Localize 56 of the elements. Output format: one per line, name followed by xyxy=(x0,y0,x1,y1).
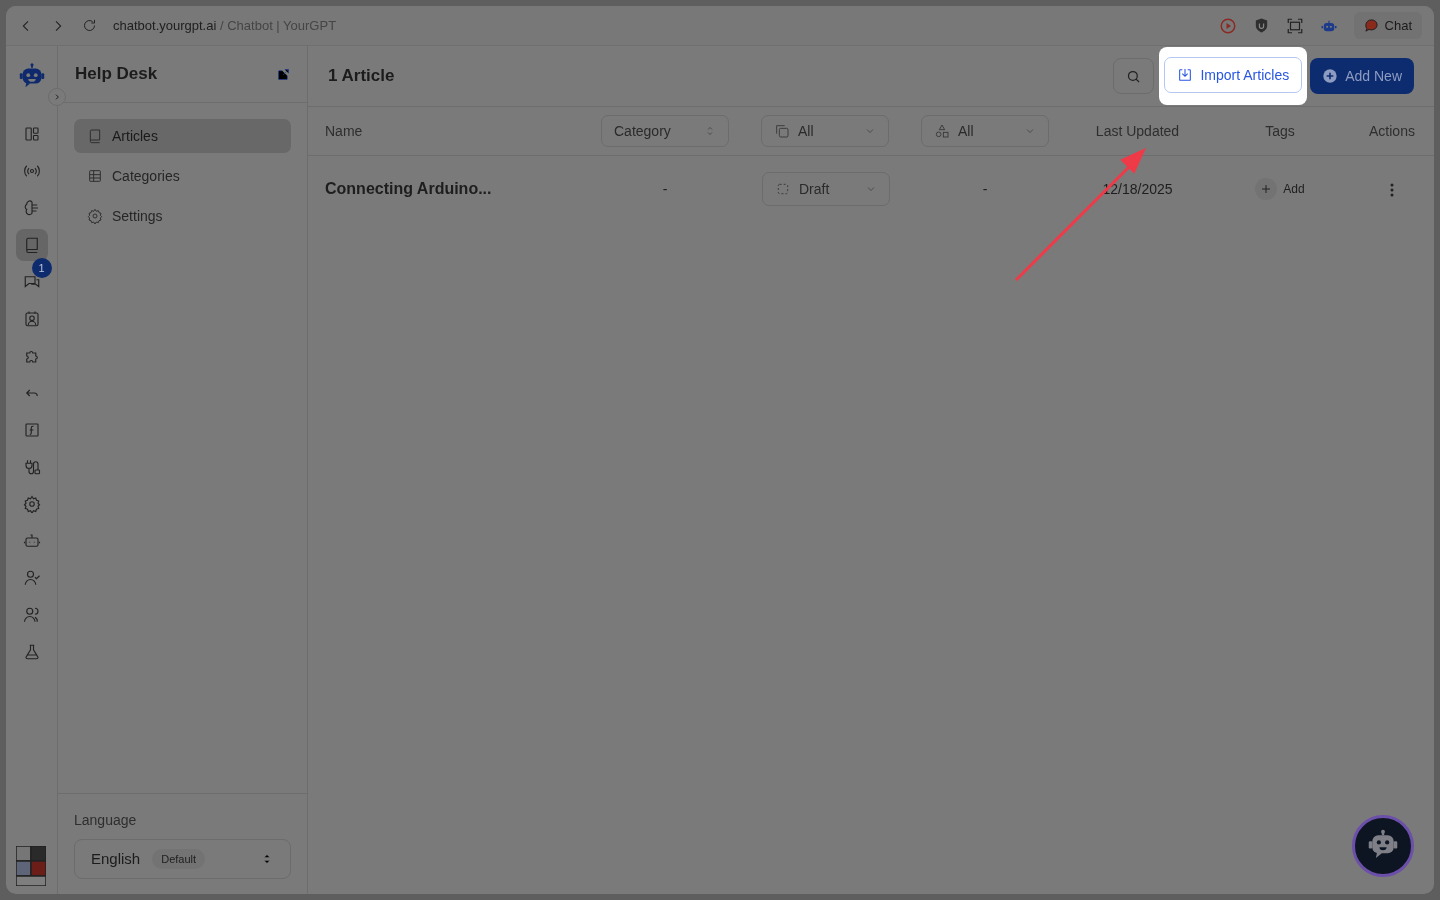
column-header: Last Updated xyxy=(1095,122,1180,139)
sidebar-item[interactable]: Settings xyxy=(74,199,291,233)
function-icon xyxy=(22,421,41,439)
plus-circle-icon xyxy=(1322,68,1339,84)
user-check-icon xyxy=(22,569,41,587)
add-new-button[interactable]: Add New xyxy=(1310,58,1414,94)
rail-item[interactable] xyxy=(15,229,48,261)
record-icon[interactable] xyxy=(1218,16,1237,35)
sidebar-title: Help Desk xyxy=(75,63,158,85)
avatar-icon[interactable] xyxy=(16,846,46,886)
download-icon xyxy=(1177,67,1194,83)
copy-icon xyxy=(774,123,790,139)
chevron-right-icon xyxy=(53,93,61,101)
dashed-square-icon xyxy=(775,181,791,197)
page-title: 1 Article xyxy=(328,65,396,87)
brain-icon xyxy=(22,199,41,217)
language-select[interactable]: English Default xyxy=(74,839,291,879)
sidebar-item[interactable]: Articles xyxy=(74,119,291,153)
language-label: Language xyxy=(74,811,138,830)
filter-select[interactable]: All xyxy=(761,115,889,147)
status-select[interactable]: Draft xyxy=(762,172,890,206)
column-header: Actions xyxy=(1369,122,1415,139)
search-icon xyxy=(1126,68,1142,84)
users-icon xyxy=(22,606,41,624)
table-cell: - xyxy=(662,181,668,197)
external-link-icon[interactable] xyxy=(276,66,291,82)
settings-icon xyxy=(87,208,103,224)
table-cell: - xyxy=(982,181,988,197)
column-header: Name xyxy=(325,122,363,139)
plus-icon xyxy=(1255,178,1278,200)
shapes-icon xyxy=(934,123,950,139)
speech-bubble-icon xyxy=(1363,18,1379,33)
import-button[interactable]: Import Articles xyxy=(1164,57,1303,93)
add-tag-button[interactable]: Add xyxy=(1255,178,1305,200)
dashboard-icon xyxy=(22,125,41,143)
table-icon xyxy=(87,168,103,184)
category-filter[interactable]: Category xyxy=(601,115,729,147)
search-button[interactable] xyxy=(1113,58,1155,94)
settings-icon xyxy=(22,495,41,513)
notification-badge: 1 xyxy=(31,258,52,278)
rail-item[interactable]: 1 xyxy=(12,258,51,298)
language-value: English xyxy=(91,848,141,869)
filter-select[interactable]: All xyxy=(921,115,1049,147)
sidebar-item[interactable]: Categories xyxy=(74,159,291,193)
article-title[interactable]: Connecting Arduino... xyxy=(325,180,492,197)
expand-toggle[interactable] xyxy=(48,88,66,106)
book-icon xyxy=(87,128,103,144)
screenshot-icon[interactable] xyxy=(1285,16,1304,35)
chat-button[interactable]: Chat xyxy=(1353,11,1422,40)
default-badge: Default xyxy=(152,848,206,870)
column-header: Tags xyxy=(1265,122,1295,139)
plug-icon xyxy=(22,458,41,476)
robot-icon xyxy=(22,532,41,550)
contact-icon xyxy=(22,310,41,328)
reload-icon[interactable] xyxy=(82,18,97,33)
flask-icon xyxy=(22,643,41,661)
